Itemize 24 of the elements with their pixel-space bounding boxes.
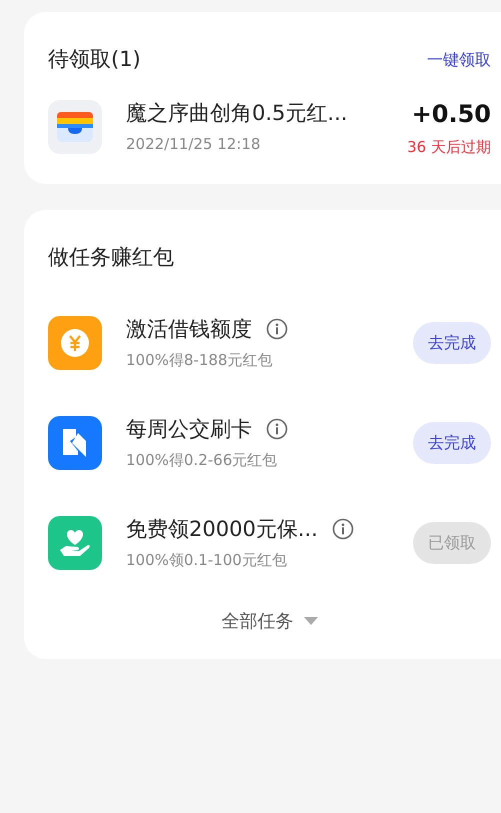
section-title: 待领取(1) xyxy=(48,46,141,73)
task-reward: 100%得0.2-66元红包 xyxy=(126,450,278,471)
heart-hand-icon xyxy=(48,516,102,570)
reward-time: 2022/11/25 12:18 xyxy=(126,134,262,156)
reward-name: 魔之序曲创角0.5元红... xyxy=(126,100,348,127)
task-action-button[interactable]: 去完成 xyxy=(413,322,491,364)
task-reward: 100%得8-188元红包 xyxy=(126,350,274,371)
info-icon[interactable] xyxy=(332,518,354,540)
task-name: 每周公交刷卡 xyxy=(126,416,252,442)
all-tasks-dropdown[interactable]: 全部任务 xyxy=(222,608,318,634)
reward-amount: +0.50 xyxy=(412,98,491,130)
wallet-icon xyxy=(48,100,102,154)
task-reward: 100%领0.1-100元红包 xyxy=(126,550,288,571)
section-title: 做任务赚红包 xyxy=(48,245,174,269)
task-name: 激活借钱额度 xyxy=(126,316,252,342)
card-hand-icon xyxy=(48,416,102,470)
info-icon[interactable] xyxy=(266,418,288,440)
expiry-text: 36 天后过期 xyxy=(407,136,491,158)
caret-icon xyxy=(304,617,318,625)
task-action-button[interactable]: 去完成 xyxy=(413,422,491,464)
coin-icon xyxy=(48,316,102,370)
claim-all-link[interactable]: 一键领取 xyxy=(427,48,491,72)
info-icon[interactable] xyxy=(266,318,288,340)
task-name: 免费领20000元保... xyxy=(126,516,318,542)
